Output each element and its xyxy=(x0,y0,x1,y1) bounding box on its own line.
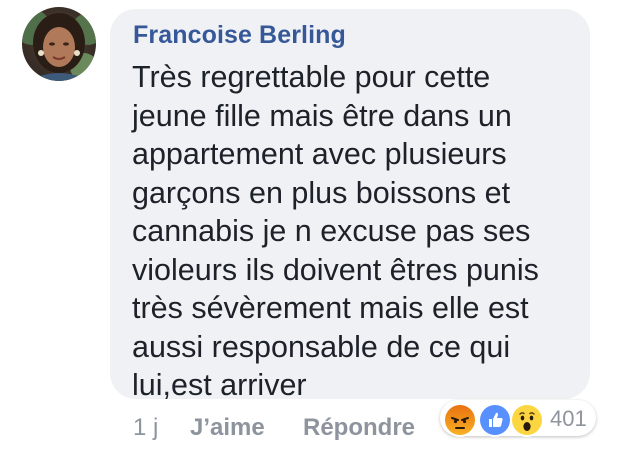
timestamp[interactable]: 1 j xyxy=(133,414,158,442)
reply-button[interactable]: Répondre xyxy=(303,414,415,442)
comment-thread: Francoise Berling Très regrettable pour … xyxy=(0,0,640,451)
wow-icon xyxy=(510,403,544,437)
author-name[interactable]: Francoise Berling xyxy=(133,21,346,50)
reactions-summary[interactable]: 401 xyxy=(440,400,596,437)
like-icon xyxy=(478,403,512,437)
angry-icon xyxy=(443,403,477,437)
like-button[interactable]: J’aime xyxy=(190,414,265,442)
comment-text: Très regrettable pour cette jeune fille … xyxy=(132,60,539,402)
avatar[interactable] xyxy=(22,7,96,81)
reaction-count: 401 xyxy=(550,406,587,431)
